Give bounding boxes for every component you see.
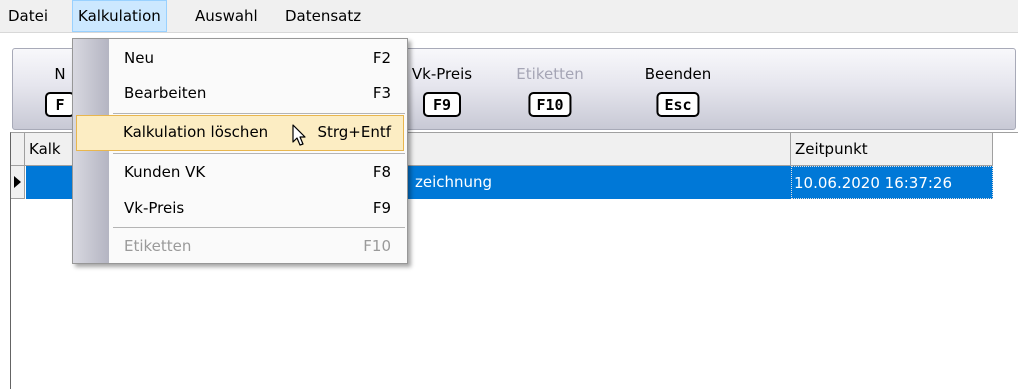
menu-datei[interactable]: Datei: [3, 0, 53, 32]
kalkulation-dropdown-menu: Neu F2 Bearbeiten F3 Kalkulation löschen…: [72, 38, 408, 264]
beenden-button-label: Beenden: [644, 65, 712, 83]
menu-item-bearbeiten[interactable]: Bearbeiten F3: [73, 75, 407, 111]
menu-datensatz[interactable]: Datensatz: [280, 0, 366, 32]
menu-item-shortcut: F3: [372, 84, 391, 102]
menu-item-shortcut: F8: [372, 163, 391, 181]
menu-item-neu[interactable]: Neu F2: [73, 40, 407, 76]
arrow-cursor-icon: [292, 124, 306, 146]
etiketten-button-key: F10: [528, 92, 572, 117]
menu-auswahl[interactable]: Auswahl: [190, 0, 263, 32]
menu-item-label: Kalkulation löschen: [123, 123, 269, 141]
row-indicator[interactable]: [11, 166, 25, 199]
menu-item-label: Bearbeiten: [124, 84, 207, 102]
menu-item-label: Vk-Preis: [124, 199, 185, 217]
vk-preis-button-key: F9: [423, 92, 461, 117]
new-button-key: F: [45, 92, 75, 117]
menu-item-shortcut: Strg+Entf: [317, 123, 391, 141]
grid-header-corner: [11, 133, 25, 166]
etiketten-button-label: Etiketten: [516, 65, 584, 83]
beenden-button-key: Esc: [656, 92, 700, 117]
menu-item-label: Neu: [124, 49, 154, 67]
menu-item-shortcut: F10: [363, 237, 391, 255]
menu-kalkulation[interactable]: Kalkulation: [72, 0, 167, 32]
menu-item-kalkulation-loeschen[interactable]: Kalkulation löschen Strg+Entf: [76, 115, 404, 151]
beenden-button[interactable]: Beenden Esc: [637, 49, 719, 129]
menu-item-label: Etiketten: [124, 237, 192, 255]
menu-item-shortcut: F9: [372, 199, 391, 217]
menu-item-vk-preis[interactable]: Vk-Preis F9: [73, 190, 407, 226]
table-row-timestamp[interactable]: 10.06.2020 16:37:26: [791, 166, 993, 199]
menu-separator: [113, 113, 405, 114]
menu-item-shortcut: F2: [372, 49, 391, 67]
menu-item-kunden-vk[interactable]: Kunden VK F8: [73, 154, 407, 190]
vk-preis-button-label: Vk-Preis: [411, 65, 473, 83]
vk-preis-button[interactable]: Vk-Preis F9: [401, 49, 483, 129]
menu-bar: Datei Kalkulation Auswahl Datensatz: [0, 0, 1018, 33]
menu-item-etiketten: Etiketten F10: [73, 228, 407, 264]
menu-item-label: Kunden VK: [124, 163, 206, 181]
column-header-zeitpunkt[interactable]: Zeitpunkt: [791, 133, 993, 166]
etiketten-button: Etiketten F10: [509, 49, 591, 129]
current-row-arrow-icon: [14, 176, 21, 188]
